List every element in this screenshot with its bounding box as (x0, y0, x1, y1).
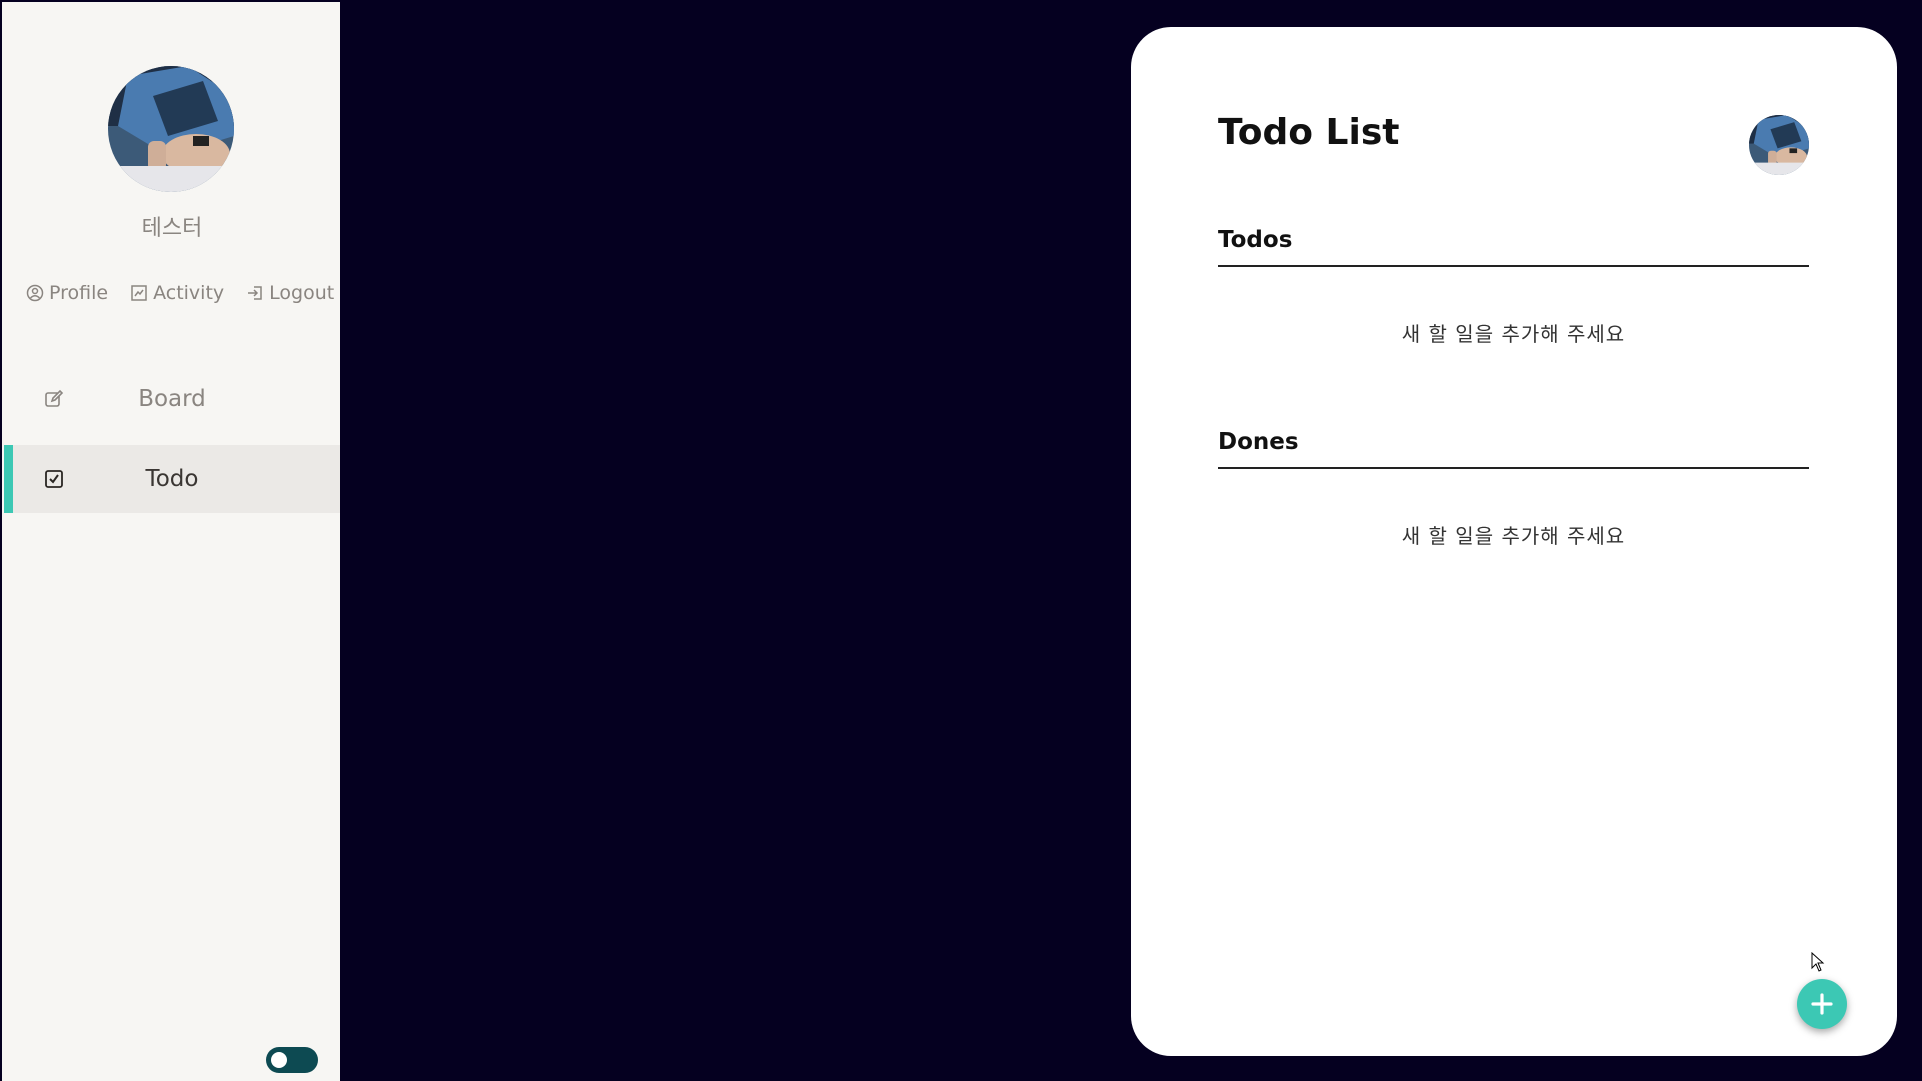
nav-item-board[interactable]: Board (4, 365, 340, 433)
sidebar: 테스터 Profile Activity Logout Board Todo (0, 0, 340, 1081)
todo-card: Todo List Todos 새 할 일을 추가해 주세요 Dones 새 할… (1131, 27, 1897, 1056)
mouse-cursor-icon (1811, 952, 1825, 972)
avatar-image (1749, 115, 1809, 175)
plus-icon (1811, 993, 1833, 1015)
dones-empty-message: 새 할 일을 추가해 주세요 (1401, 524, 1626, 548)
logout-icon (248, 286, 262, 300)
nav-item-label: Todo (145, 466, 199, 492)
page-title: Todo List (1218, 112, 1400, 153)
dones-section-title: Dones (1218, 429, 1809, 469)
logout-link[interactable]: Logout (246, 282, 334, 304)
todos-empty-message: 새 할 일을 추가해 주세요 (1401, 322, 1626, 346)
activity-link[interactable]: Activity (130, 282, 224, 304)
activity-icon (131, 285, 147, 301)
avatar-image (108, 66, 234, 192)
user-circle-icon (26, 284, 44, 302)
theme-toggle[interactable] (266, 1047, 318, 1073)
username: 테스터 (141, 216, 203, 241)
add-todo-button[interactable] (1797, 979, 1847, 1029)
profile-link-label: Profile (49, 282, 109, 304)
todos-section-title: Todos (1218, 227, 1809, 267)
logout-link-label: Logout (269, 282, 335, 304)
nav-item-label: Board (138, 386, 206, 412)
toggle-knob (271, 1052, 287, 1068)
profile-avatar[interactable] (108, 66, 234, 192)
activity-link-label: Activity (153, 282, 225, 304)
nav-item-todo[interactable]: Todo (4, 445, 340, 513)
profile-link[interactable]: Profile (26, 282, 108, 304)
user-links: Profile Activity Logout (26, 282, 336, 304)
header-avatar[interactable] (1749, 115, 1809, 175)
